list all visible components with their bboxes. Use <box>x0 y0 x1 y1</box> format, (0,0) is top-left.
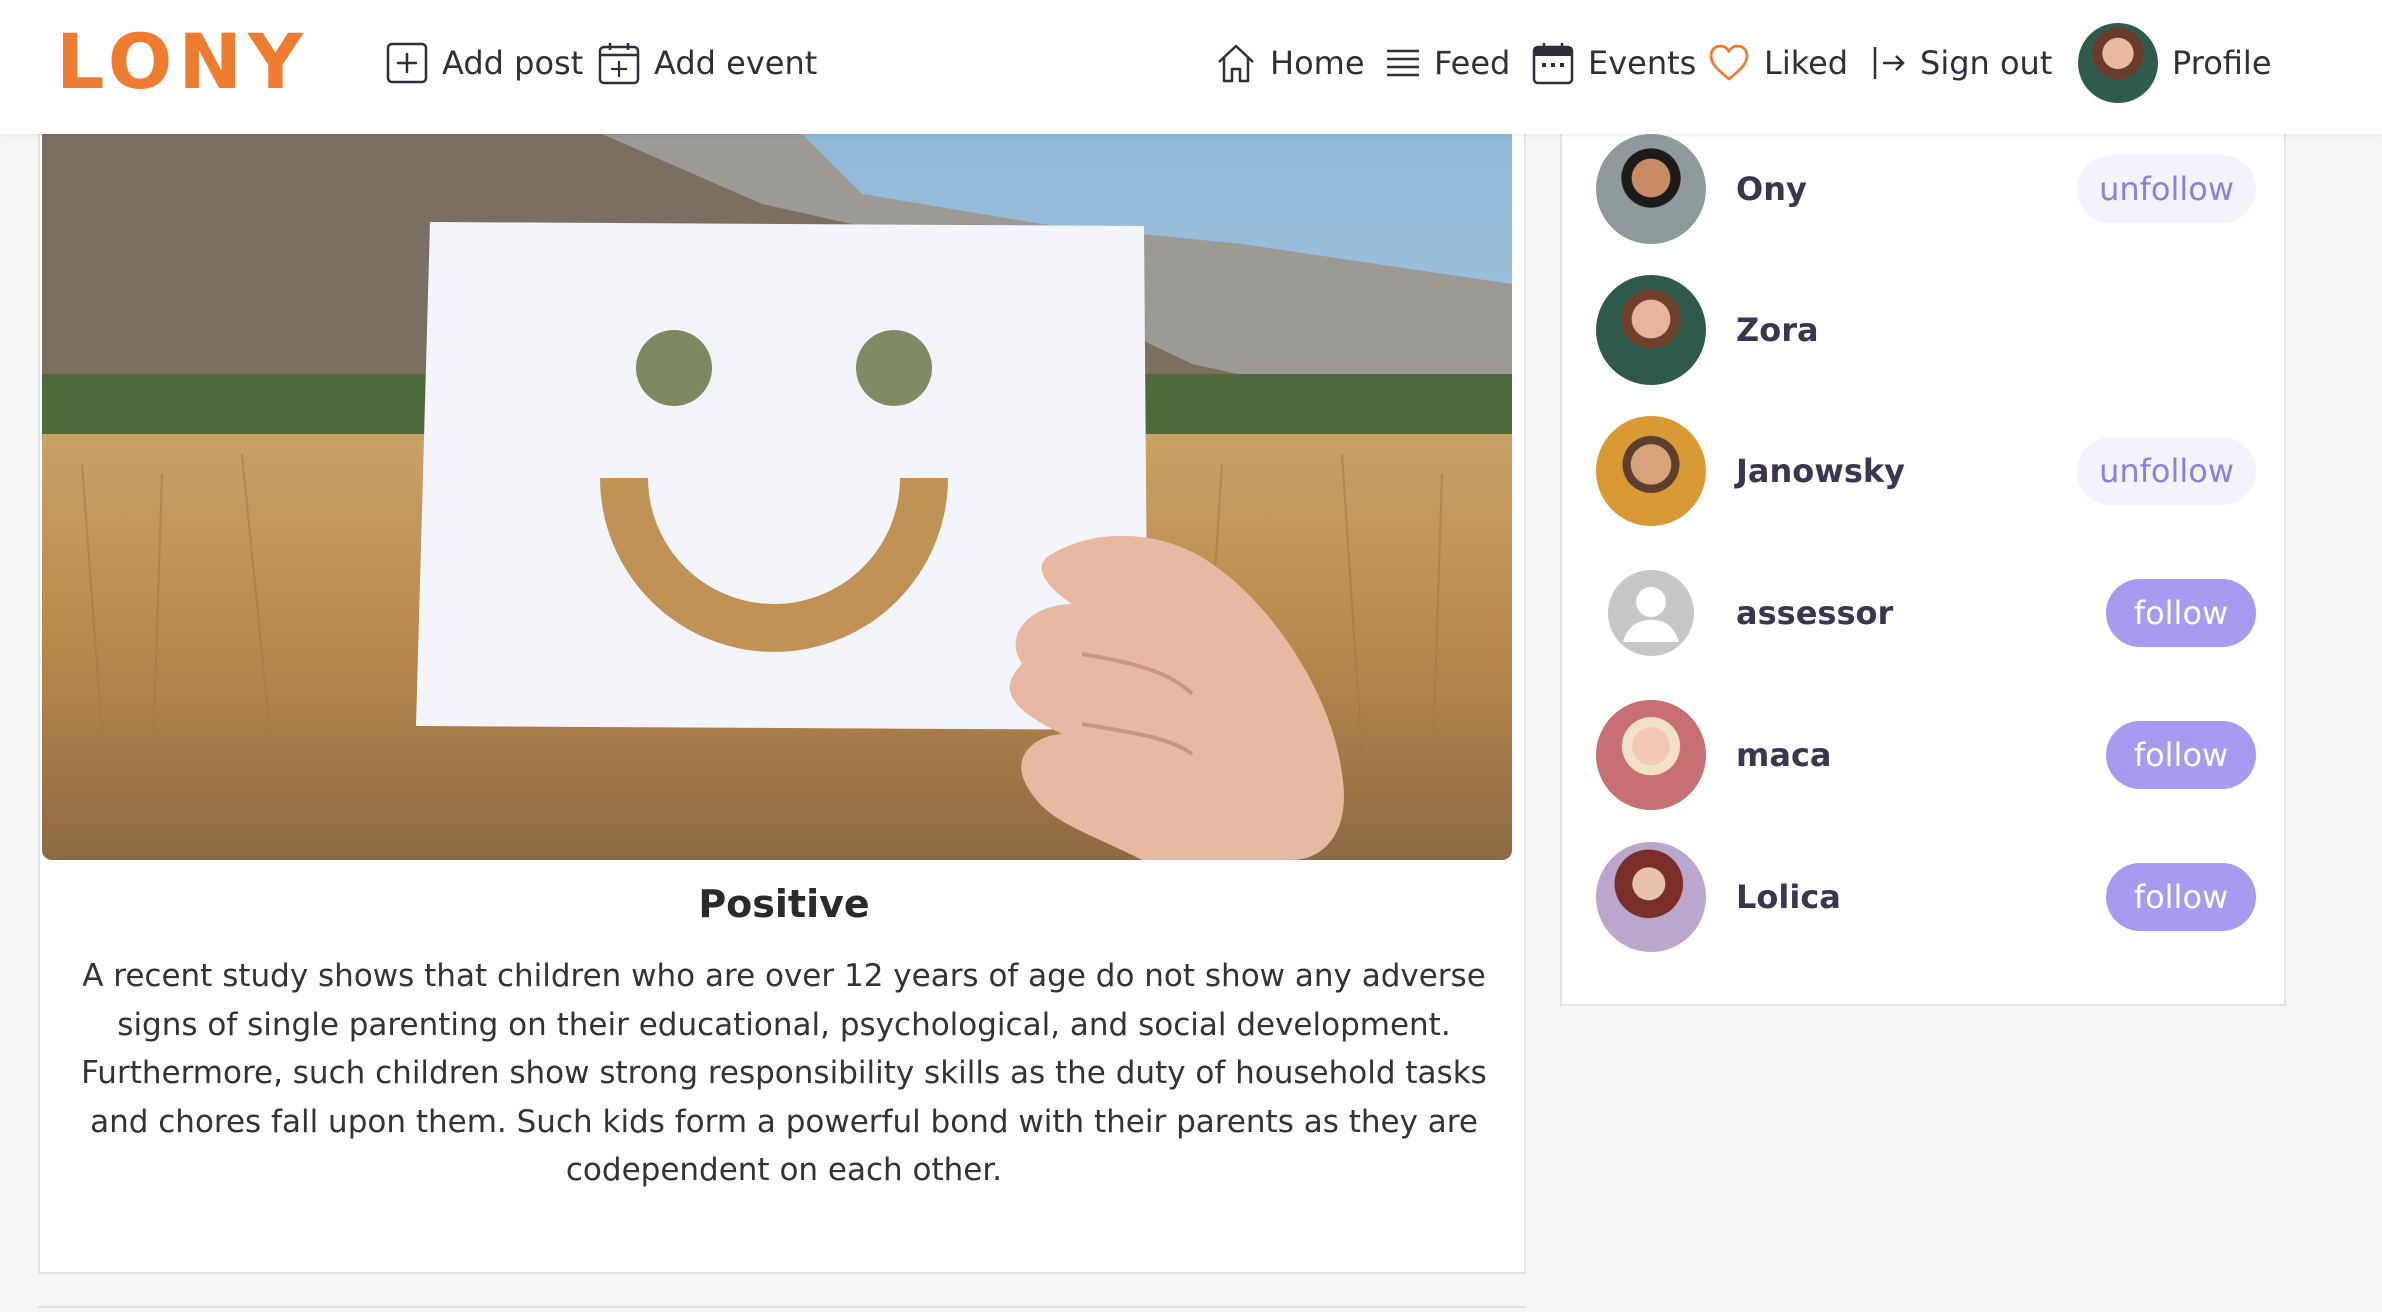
nav-liked-label: Liked <box>1764 44 1849 82</box>
lony-logo[interactable]: LONY <box>56 22 309 102</box>
add-event-button[interactable]: Add event <box>598 38 817 88</box>
follow-button[interactable]: follow <box>2106 721 2256 789</box>
unfollow-button[interactable]: unfollow <box>2077 155 2256 223</box>
nav-liked[interactable]: Liked <box>1708 38 1848 88</box>
avatar[interactable] <box>1596 700 1706 810</box>
sign-out-icon <box>1873 47 1905 79</box>
username[interactable]: maca <box>1736 736 2106 774</box>
username[interactable]: Ony <box>1736 170 2077 208</box>
nav-profile[interactable]: Profile <box>2078 22 2272 104</box>
follow-button[interactable]: follow <box>2106 579 2256 647</box>
top-navbar: LONY Add post Add event Home Feed Events… <box>0 0 2382 134</box>
heart-outline-icon <box>1709 44 1749 81</box>
list-icon <box>1387 49 1419 77</box>
profile-avatar <box>2078 23 2158 103</box>
user-row: Janowsky unfollow <box>1596 416 2256 526</box>
user-row: maca follow <box>1596 700 2256 810</box>
user-row: assessor follow <box>1596 558 2256 668</box>
calendar-plus-icon <box>598 43 640 85</box>
nav-events-label: Events <box>1588 44 1697 82</box>
username[interactable]: assessor <box>1736 594 2106 632</box>
user-row: Zora <box>1596 275 2256 385</box>
nav-profile-label: Profile <box>2172 44 2272 82</box>
default-avatar-icon[interactable] <box>1596 558 1706 668</box>
nav-feed[interactable]: Feed <box>1386 38 1510 88</box>
user-row: Lolica follow <box>1596 842 2256 952</box>
avatar[interactable] <box>1596 842 1706 952</box>
post-card: Positive A recent study shows that child… <box>38 134 1526 1274</box>
nav-home[interactable]: Home <box>1216 38 1365 88</box>
plus-square-icon <box>386 42 428 84</box>
add-post-button[interactable]: Add post <box>386 38 583 88</box>
nav-feed-label: Feed <box>1434 44 1511 82</box>
add-post-label: Add post <box>442 44 584 82</box>
user-row: Ony unfollow <box>1596 134 2256 244</box>
nav-sign-out[interactable]: Sign out <box>1872 38 2052 88</box>
follow-suggestions-panel: Ony unfollow Zora Janowsky unfollow asse… <box>1560 134 2286 1006</box>
username[interactable]: Lolica <box>1736 878 2106 916</box>
smiley-paper-photo <box>42 134 1512 860</box>
unfollow-button[interactable]: unfollow <box>2077 437 2256 505</box>
calendar-icon <box>1532 43 1574 85</box>
avatar[interactable] <box>1596 134 1706 244</box>
nav-events[interactable]: Events <box>1532 38 1696 88</box>
post-title: Positive <box>698 882 870 926</box>
post-image[interactable] <box>42 134 1512 860</box>
post-body: A recent study shows that children who a… <box>81 958 1487 1188</box>
username[interactable]: Janowsky <box>1736 452 2077 490</box>
divider <box>38 1306 1526 1308</box>
follow-button[interactable]: follow <box>2106 863 2256 931</box>
add-event-label: Add event <box>654 44 818 82</box>
avatar[interactable] <box>1596 275 1706 385</box>
nav-sign-out-label: Sign out <box>1920 44 2053 82</box>
nav-home-label: Home <box>1270 44 1365 82</box>
username[interactable]: Zora <box>1736 311 2256 349</box>
home-icon <box>1218 44 1254 83</box>
avatar[interactable] <box>1596 416 1706 526</box>
